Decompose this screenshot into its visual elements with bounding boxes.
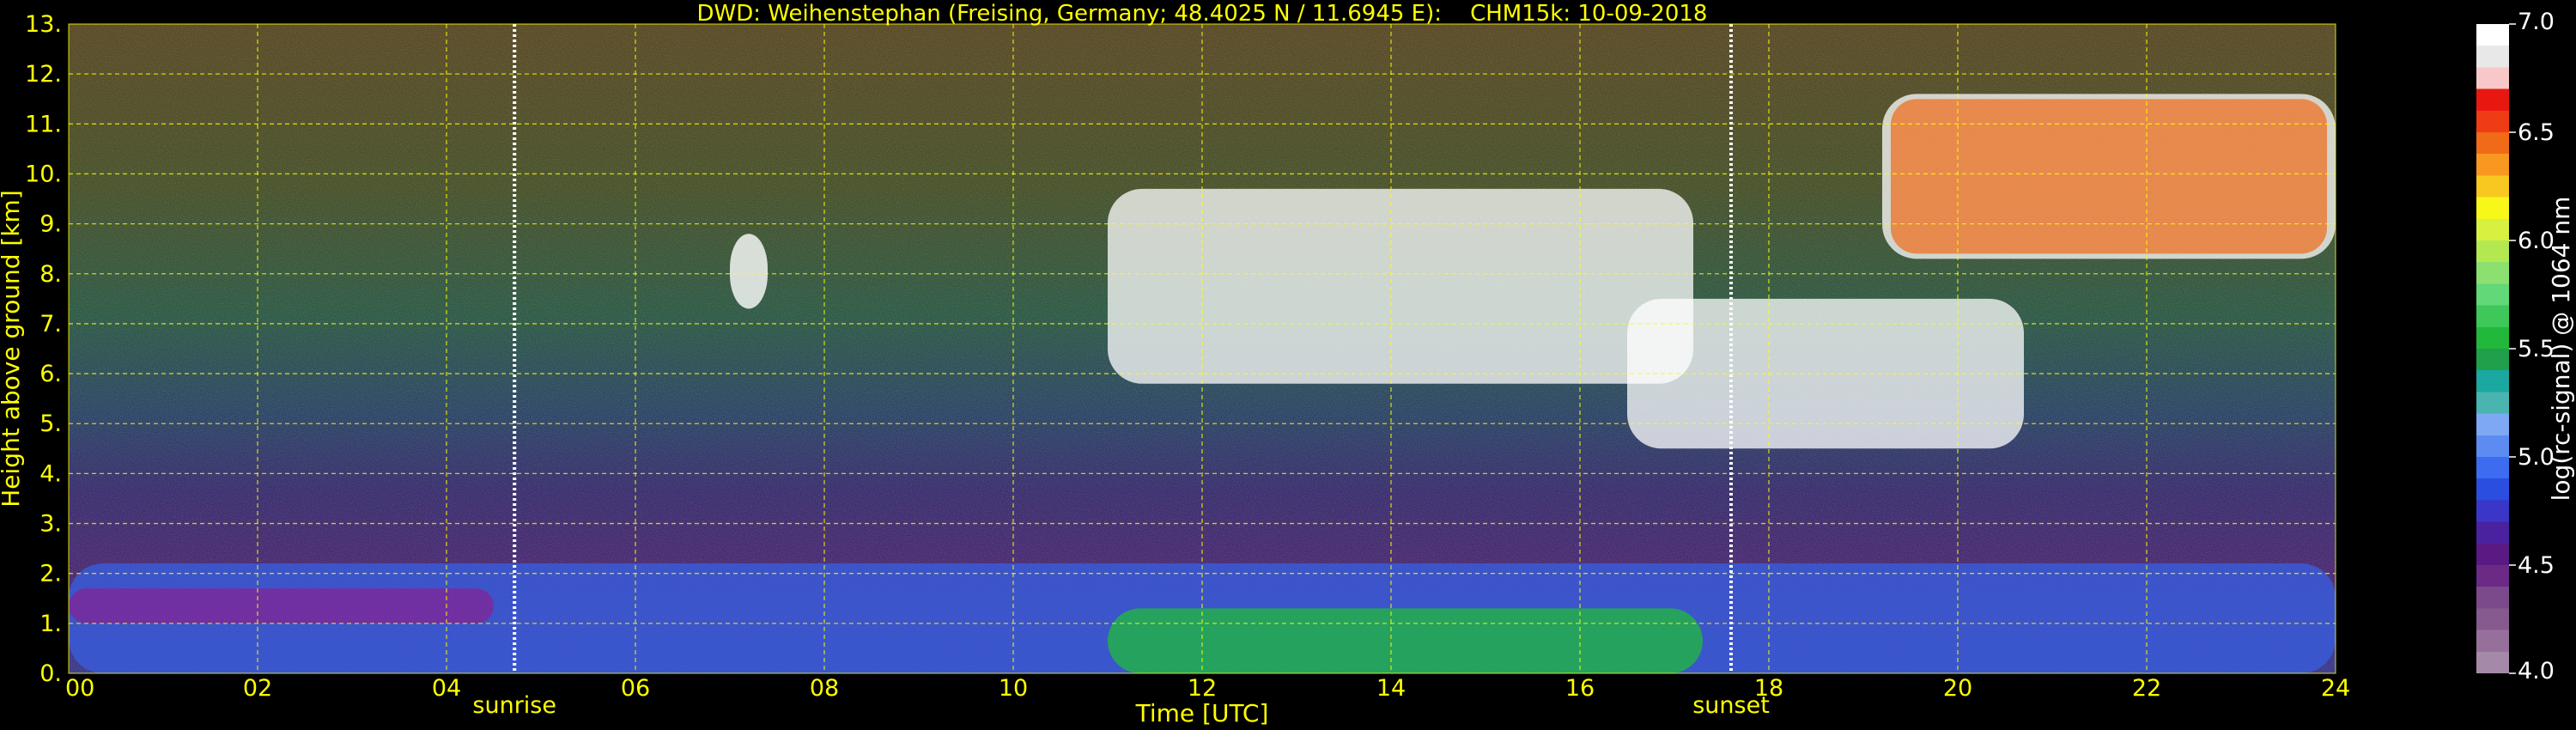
x-tick-label: 06	[621, 675, 650, 702]
y-tick-label: 10.	[25, 161, 62, 187]
plot-area	[69, 24, 2336, 673]
x-tick-label: 10	[999, 675, 1028, 702]
y-tick-label: 3.	[39, 511, 62, 538]
y-tick-label: 6.	[39, 361, 62, 387]
y-tick-label: 12.	[25, 61, 62, 88]
layer-cloud	[730, 234, 768, 309]
sunset-label: sunset	[1692, 692, 1770, 719]
chart-title: DWD: Weihenstephan (Freising, Germany; 4…	[697, 1, 1708, 27]
x-tick-label: 20	[1943, 675, 1972, 702]
layer-residual-layer	[69, 588, 494, 624]
y-tick-label: 13.	[25, 11, 62, 38]
y-axis-label: Height above ground [km]	[0, 190, 25, 508]
y-tick-label: 7.	[39, 311, 62, 338]
y-tick-label: 8.	[39, 261, 62, 288]
sunrise-label: sunrise	[472, 692, 556, 719]
y-tick-label: 9.	[39, 211, 62, 238]
x-tick-label: 14	[1376, 675, 1406, 702]
x-tick-label: 08	[810, 675, 839, 702]
y-tick-label: 1.	[39, 611, 62, 637]
layer-mixed-layer	[1108, 608, 1703, 673]
colorbar: 4.04.55.05.56.06.57.0 log(rc-signal) @ 1…	[2476, 9, 2575, 684]
x-tick-label: 16	[1565, 675, 1595, 702]
x-tick-label: 24	[2321, 675, 2350, 702]
y-tick-label: 4.	[39, 460, 62, 487]
x-tick-label: 00	[65, 675, 94, 702]
lidar-ceilometer-chart: DWD: Weihenstephan (Freising, Germany; 4…	[0, 1, 2575, 727]
x-tick-label: 12	[1188, 675, 1217, 702]
y-tick-label: 0.	[39, 660, 62, 687]
colorbar-label: log(rc-signal) @ 1064 nm	[2547, 197, 2575, 502]
colorbar-tick-label: 7.0	[2518, 9, 2555, 35]
y-axis-ticks: 0. 1. 2. 3. 4. 5. 6. 7. 8. 9. 10. 11. 12. 13.	[25, 11, 62, 687]
y-tick-label: 5.	[39, 411, 62, 437]
x-tick-label: 04	[432, 675, 461, 702]
x-tick-label: 22	[2132, 675, 2161, 702]
x-tick-label: 02	[243, 675, 272, 702]
y-tick-label: 2.	[39, 561, 62, 587]
colorbar-tick-label: 6.5	[2518, 119, 2555, 146]
y-tick-label: 11.	[25, 111, 62, 137]
layer-cirrus-core	[1891, 99, 2327, 254]
colorbar-tick-label: 4.5	[2518, 552, 2555, 579]
colorbar-scale	[2476, 24, 2509, 673]
layer-cirrus-clouds	[1108, 188, 1693, 384]
x-axis-ticks: 00 02 04 06 08 10 12 14 16 18 20 22 24	[65, 675, 2350, 702]
x-axis-label: Time [UTC]	[1135, 699, 1269, 727]
colorbar-tick-label: 4.0	[2518, 658, 2555, 684]
